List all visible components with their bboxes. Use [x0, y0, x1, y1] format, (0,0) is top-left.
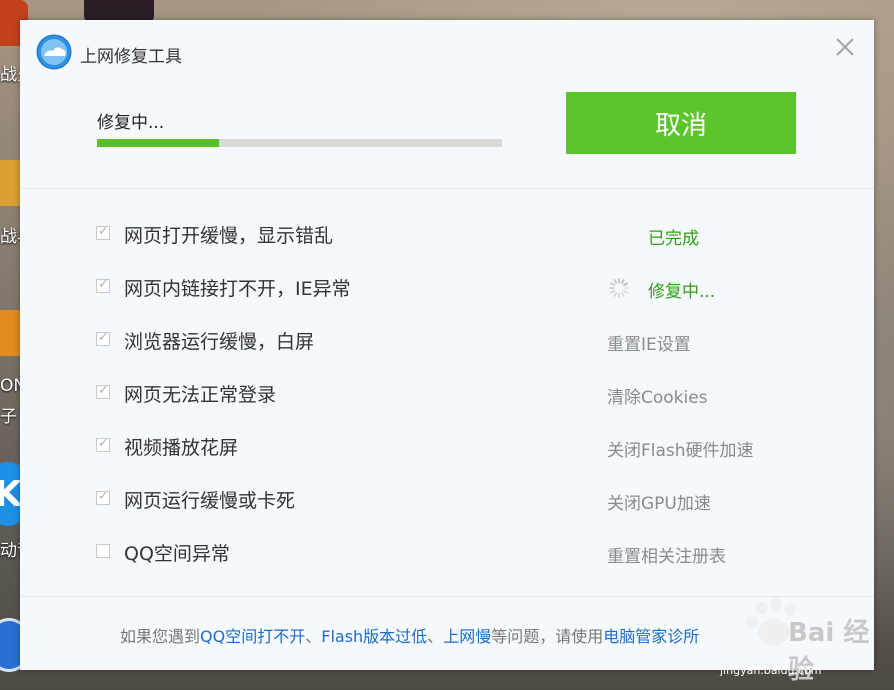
qzone-link[interactable]: QQ空间打不开 [200, 627, 305, 646]
app-logo-icon [36, 34, 72, 70]
repair-item-checkbox[interactable]: ✓ [96, 383, 110, 399]
watermark-url: jingyan.baidu.com [720, 664, 822, 677]
repair-status-label: 修复中... [97, 113, 165, 133]
repair-item-label: 视频播放花屏 [124, 437, 239, 459]
check-icon: ✓ [98, 383, 109, 398]
check-icon: ✓ [98, 277, 109, 292]
repair-item-row: ✓ 网页内链接打不开，IE异常 修复中... [20, 260, 874, 313]
repair-item-label: QQ空间异常 [124, 543, 230, 565]
desktop-label: 子 [0, 407, 17, 427]
repair-item-row: ✓ 视频播放花屏 关闭Flash硬件加速 [20, 419, 874, 472]
repair-item-row: ✓ 网页无法正常登录 清除Cookies [20, 366, 874, 419]
repair-item-action: 关闭GPU加速 [607, 494, 711, 514]
footer-hint: 如果您遇到QQ空间打不开、Flash版本过低、上网慢等问题，请使用电脑管家诊所 [120, 623, 699, 647]
repair-item-label: 网页打开缓慢，显示错乱 [124, 225, 334, 247]
footer-text: 如果您遇到 [120, 627, 201, 646]
check-icon: ✓ [98, 224, 109, 239]
repair-item-checkbox[interactable]: ✓ [96, 489, 110, 505]
pc-manager-clinic-link[interactable]: 电脑管家诊所 [603, 627, 699, 646]
repair-item-label: 浏览器运行缓慢，白屏 [124, 331, 315, 353]
repair-item-row: ✓ 网页打开缓慢，显示错乱 已完成 [20, 207, 874, 260]
repair-item-row: QQ空间异常 重置相关注册表 [20, 525, 874, 578]
repair-tool-dialog: 上网修复工具 修复中... 取消 ✓ 网页打开缓慢，显示错乱 已完成 ✓ 网页内链接打不… [20, 20, 874, 670]
repair-item-label: 网页内链接打不开，IE异常 [124, 278, 351, 300]
repair-item-action: 已完成 [648, 229, 699, 249]
footer-text: 、 [305, 627, 322, 646]
repair-item-row: ✓ 网页运行缓慢或卡死 关闭GPU加速 [20, 472, 874, 525]
repair-item-checkbox[interactable]: ✓ [96, 330, 110, 346]
repair-item-checkbox[interactable]: ✓ [96, 277, 110, 293]
title-bar[interactable]: 上网修复工具 [20, 20, 874, 86]
window-title: 上网修复工具 [80, 47, 182, 67]
repair-item-action: 重置IE设置 [607, 335, 691, 355]
repair-item-checkbox[interactable]: ✓ [96, 436, 110, 452]
footer-text: 等问题，请使用 [491, 627, 604, 646]
progress-bar-fill [97, 139, 219, 147]
close-icon[interactable] [832, 34, 858, 60]
progress-bar [97, 139, 502, 147]
repair-item-row: ✓ 浏览器运行缓慢，白屏 重置IE设置 [20, 313, 874, 366]
check-icon: ✓ [98, 489, 109, 504]
repair-item-action: 清除Cookies [607, 388, 708, 408]
progress-section: 修复中... 取消 [20, 86, 874, 188]
check-icon: ✓ [98, 436, 109, 451]
repair-item-list: ✓ 网页打开缓慢，显示错乱 已完成 ✓ 网页内链接打不开，IE异常 修复中... ✓ 浏览器运… [20, 188, 874, 596]
check-icon: ✓ [98, 330, 109, 345]
repair-item-action: 重置相关注册表 [607, 547, 726, 567]
repair-item-label: 网页运行缓慢或卡死 [124, 490, 296, 512]
repair-item-checkbox[interactable]: ✓ [96, 224, 110, 240]
cancel-button[interactable]: 取消 [566, 92, 796, 154]
slow-network-link[interactable]: 上网慢 [443, 627, 491, 646]
repair-item-action: 关闭Flash硬件加速 [607, 441, 754, 461]
repair-item-label: 网页无法正常登录 [124, 384, 277, 406]
repair-item-checkbox[interactable] [96, 544, 110, 558]
loading-spinner-icon [609, 278, 629, 298]
desktop-app-icon[interactable] [84, 0, 154, 22]
footer-text: 、 [427, 627, 444, 646]
repair-item-action: 修复中... [648, 282, 716, 302]
flash-link[interactable]: Flash版本过低 [321, 627, 427, 646]
